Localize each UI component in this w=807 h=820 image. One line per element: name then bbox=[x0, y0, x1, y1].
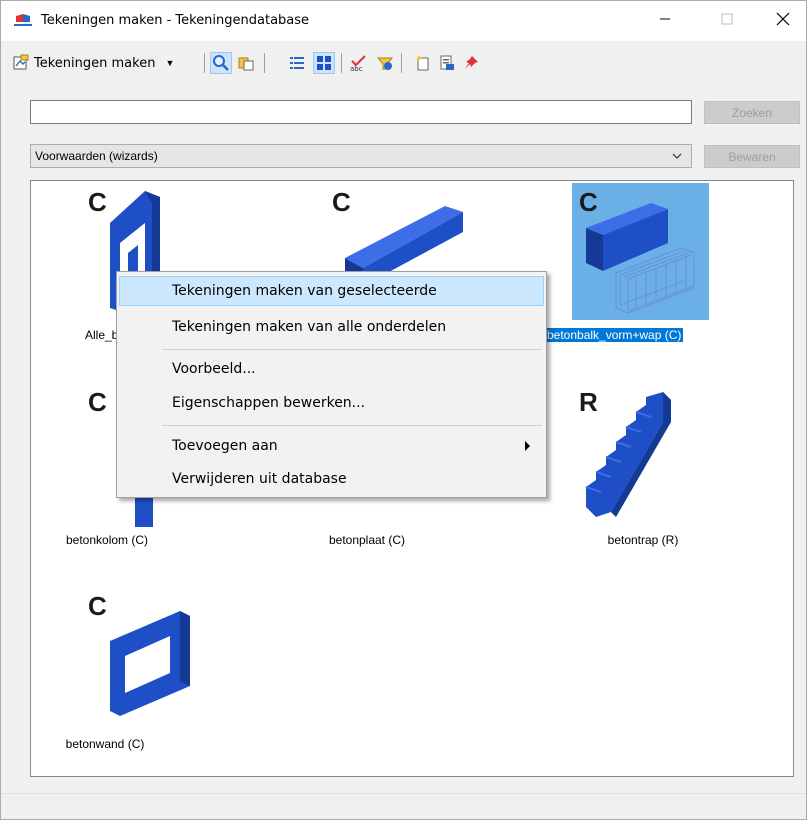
title-bar[interactable]: Tekeningen maken - Tekeningendatabase bbox=[1, 1, 806, 41]
beam-thumbnail bbox=[345, 206, 463, 278]
menu-item-edit-properties[interactable]: Eigenschappen bewerken... bbox=[119, 388, 544, 418]
toolbar-separator bbox=[401, 53, 402, 73]
chevron-down-icon bbox=[672, 153, 682, 159]
chevron-down-icon: ▼ bbox=[165, 58, 175, 68]
list-view-button[interactable] bbox=[286, 52, 308, 74]
maximize-button[interactable] bbox=[704, 1, 750, 37]
app-icon bbox=[14, 14, 32, 26]
menu-separator bbox=[162, 349, 542, 350]
toolbar: Tekeningen maken ▼ abc bbox=[1, 49, 806, 79]
context-menu: Tekeningen maken van geselecteerde Teken… bbox=[116, 271, 547, 498]
submenu-arrow-icon bbox=[525, 441, 530, 451]
list-view-icon bbox=[290, 57, 304, 69]
properties-icon bbox=[440, 55, 454, 70]
item-type-letter: C bbox=[88, 387, 107, 417]
toolbar-separator bbox=[341, 53, 342, 73]
minimize-button[interactable] bbox=[642, 1, 688, 37]
filter-selected-value: Voorwaarden (wizards) bbox=[35, 149, 158, 163]
menu-item-create-drawings-selected[interactable]: Tekeningen maken van geselecteerde bbox=[119, 276, 544, 306]
menu-item-label: Eigenschappen bewerken... bbox=[172, 395, 366, 411]
toolbar-separator bbox=[204, 53, 205, 73]
drawing-icon bbox=[13, 54, 29, 70]
spellcheck-icon: abc bbox=[350, 55, 366, 72]
mode-dropdown[interactable]: Tekeningen maken ▼ bbox=[12, 51, 174, 75]
filter-select[interactable]: Voorwaarden (wizards) bbox=[30, 144, 692, 168]
menu-item-remove-from-database[interactable]: Verwijderen uit database bbox=[119, 464, 544, 494]
menu-item-create-drawings-all[interactable]: Tekeningen maken van alle onderdelen bbox=[119, 312, 544, 342]
list-item[interactable]: R betontrap (R) bbox=[551, 387, 751, 567]
search-input[interactable] bbox=[30, 100, 692, 124]
menu-item-label: Tekeningen maken van geselecteerde bbox=[172, 283, 437, 299]
thumbnail-view-button[interactable] bbox=[313, 52, 335, 74]
drawing-database-window: Tekeningen maken - Tekeningendatabase Te… bbox=[0, 0, 807, 820]
item-caption: betonplaat (C) bbox=[328, 533, 406, 547]
pin-icon bbox=[465, 56, 478, 69]
close-icon bbox=[776, 12, 790, 26]
menu-item-label: Voorbeeld... bbox=[172, 361, 256, 377]
item-caption: betonwand (C) bbox=[65, 737, 145, 751]
copy-icon bbox=[238, 57, 254, 71]
filter-icon bbox=[376, 57, 394, 70]
menu-item-label: Verwijderen uit database bbox=[172, 471, 347, 487]
svg-text:abc: abc bbox=[350, 65, 363, 72]
item-caption: betonkolom (C) bbox=[65, 533, 149, 547]
item-type-letter: C bbox=[88, 591, 107, 621]
spellcheck-button[interactable]: abc bbox=[348, 52, 370, 74]
save-button[interactable]: Bewaren bbox=[704, 145, 800, 168]
wall-thumbnail bbox=[110, 611, 190, 716]
menu-item-label: Tekeningen maken van alle onderdelen bbox=[172, 319, 447, 335]
menu-item-label: Toevoegen aan bbox=[172, 438, 278, 454]
window-title: Tekeningen maken - Tekeningendatabase bbox=[41, 13, 310, 28]
properties-button[interactable] bbox=[436, 52, 458, 74]
status-bar bbox=[1, 793, 806, 819]
pin-button[interactable] bbox=[460, 52, 482, 74]
mode-label: Tekeningen maken bbox=[34, 55, 156, 71]
menu-item-add-to[interactable]: Toevoegen aan bbox=[119, 431, 544, 461]
new-button[interactable] bbox=[412, 52, 434, 74]
copy-button[interactable] bbox=[235, 52, 257, 74]
menu-item-preview[interactable]: Voorbeeld... bbox=[119, 354, 544, 384]
menu-separator bbox=[162, 425, 542, 426]
close-button[interactable] bbox=[760, 1, 806, 37]
thumbnail-view-icon bbox=[317, 56, 331, 70]
list-item-selected[interactable]: C betonbalk_vorm+wap (C) bbox=[545, 183, 751, 363]
maximize-icon bbox=[721, 13, 733, 25]
search-toggle-button[interactable] bbox=[210, 52, 232, 74]
minimize-icon bbox=[660, 18, 670, 20]
list-item[interactable]: C betonwand (C) bbox=[35, 591, 235, 771]
search-icon bbox=[213, 55, 229, 71]
toolbar-separator bbox=[264, 53, 265, 73]
item-caption: betonbalk_vorm+wap (C) bbox=[545, 328, 684, 342]
search-button[interactable]: Zoeken bbox=[704, 101, 800, 124]
new-icon bbox=[417, 55, 429, 71]
beam-rebar-thumbnail bbox=[586, 203, 695, 314]
stairs-thumbnail bbox=[585, 392, 671, 517]
item-caption: betontrap (R) bbox=[607, 533, 679, 547]
filter-button[interactable] bbox=[374, 52, 396, 74]
